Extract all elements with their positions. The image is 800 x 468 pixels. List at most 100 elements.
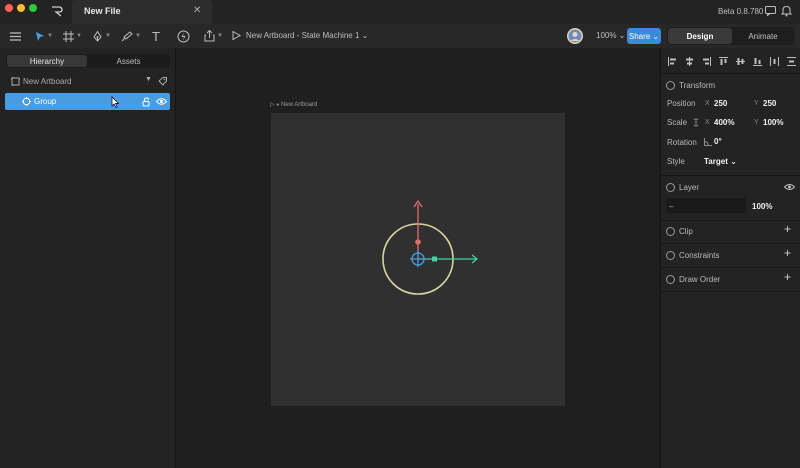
play-icon: ▷	[270, 102, 275, 108]
pen-icon	[93, 30, 102, 42]
constraints-section-title: Constraints	[679, 251, 720, 260]
align-right-icon[interactable]	[702, 57, 711, 66]
tag-icon[interactable]	[158, 77, 167, 86]
chevron-down-icon: ▼	[47, 33, 53, 39]
add-draw-order-plus-icon[interactable]: +	[784, 270, 791, 284]
distribute-vertical-icon[interactable]	[787, 57, 796, 66]
avatar[interactable]	[567, 28, 583, 44]
hierarchy-item-artboard[interactable]: New Artboard ▼	[6, 74, 170, 88]
origin-crosshair-icon	[410, 251, 426, 267]
animate-mode-button[interactable]: Animate	[732, 28, 794, 44]
position-label: Position	[667, 99, 696, 108]
align-center-vertical-icon[interactable]	[736, 57, 745, 66]
position-x-field[interactable]: 250	[714, 99, 727, 108]
share-button[interactable]: Share ⌄	[627, 28, 661, 44]
y-scale-handle[interactable]	[415, 239, 421, 245]
transform-gizmo[interactable]	[376, 196, 482, 298]
pointer-icon	[36, 31, 44, 41]
draw-order-collapse-toggle[interactable]	[666, 275, 675, 284]
divider	[661, 267, 800, 268]
notifications-bell-icon[interactable]	[781, 5, 792, 17]
add-clip-plus-icon[interactable]: +	[784, 222, 791, 236]
x-scale-handle[interactable]	[432, 256, 437, 262]
chevron-down-icon: ▼	[135, 33, 141, 39]
close-window-button[interactable]	[5, 4, 13, 12]
align-center-horizontal-icon[interactable]	[685, 57, 694, 66]
divider	[661, 291, 800, 292]
artboard-label[interactable]: ▷ ● New Artboard	[270, 101, 317, 108]
group-icon	[22, 97, 31, 106]
state-machine-selector[interactable]: New Artboard - State Machine 1 ⌄	[246, 31, 368, 40]
bones-tool-button[interactable]	[177, 27, 190, 45]
frame-tool-button[interactable]: ▼	[63, 27, 82, 45]
brush-icon	[121, 30, 133, 41]
tab-hierarchy[interactable]: Hierarchy	[7, 55, 87, 67]
divider	[661, 220, 800, 221]
chevron-down-icon: ▼	[76, 33, 82, 39]
add-constraint-plus-icon[interactable]: +	[784, 246, 791, 260]
chevron-down-icon: ▼	[217, 33, 223, 39]
transform-collapse-toggle[interactable]	[666, 81, 675, 90]
position-y-field[interactable]: 250	[763, 99, 776, 108]
rotation-field[interactable]: 0°	[714, 137, 722, 146]
clip-collapse-toggle[interactable]	[666, 227, 675, 236]
divider	[661, 175, 800, 176]
maximize-window-button[interactable]	[29, 4, 37, 12]
pen-tool-button[interactable]: ▼	[92, 27, 111, 45]
layer-section-title: Layer	[679, 183, 700, 192]
scale-x-field[interactable]: 400%	[714, 118, 734, 127]
rotation-label: Rotation	[667, 138, 697, 147]
tab-assets[interactable]: Assets	[88, 55, 169, 67]
hierarchy-item-label: New Artboard	[23, 77, 72, 86]
style-label: Style	[667, 157, 685, 166]
hierarchy-item-group[interactable]: Group	[5, 93, 170, 110]
draw-order-section-title: Draw Order	[679, 275, 721, 284]
style-dropdown[interactable]: Target ⌄	[704, 157, 737, 166]
minimize-window-button[interactable]	[17, 4, 25, 12]
blend-mode-value: –	[669, 202, 674, 211]
align-left-icon[interactable]	[668, 57, 677, 66]
artboard-icon	[11, 77, 20, 86]
position-x-axis-label: X	[705, 100, 710, 107]
zoom-level-dropdown[interactable]: 100% ⌄	[596, 31, 625, 40]
position-y-axis-label: Y	[754, 100, 759, 107]
chevron-down-icon: ▼	[105, 33, 111, 39]
menu-hamburger-icon[interactable]	[10, 27, 21, 45]
chevron-down-icon[interactable]: ▼	[145, 76, 152, 83]
clip-section-title: Clip	[679, 227, 693, 236]
frame-icon	[63, 30, 74, 42]
align-top-icon[interactable]	[719, 57, 728, 66]
hierarchy-item-label: Group	[34, 97, 57, 106]
scale-label: Scale	[667, 118, 688, 127]
rive-logo-icon[interactable]	[51, 6, 63, 17]
scale-x-axis-label: X	[705, 119, 710, 126]
play-icon[interactable]	[232, 31, 241, 40]
export-tool-button[interactable]: ▼	[204, 27, 223, 45]
blend-mode-field[interactable]	[666, 198, 746, 213]
vector-tool-button[interactable]: ▼	[121, 27, 141, 45]
eye-icon[interactable]	[784, 183, 795, 191]
constraints-collapse-toggle[interactable]	[666, 251, 675, 260]
mouse-cursor-icon	[111, 96, 120, 108]
lock-icon[interactable]	[142, 97, 152, 107]
state-machine-dot-icon: ●	[276, 102, 280, 108]
design-mode-button[interactable]: Design	[668, 28, 732, 44]
opacity-field[interactable]: 100%	[752, 202, 772, 211]
eye-icon[interactable]	[156, 97, 167, 106]
scale-y-field[interactable]: 100%	[763, 118, 783, 127]
feedback-icon[interactable]	[765, 6, 776, 16]
left-panel	[0, 48, 176, 468]
export-icon	[204, 30, 215, 42]
distribute-horizontal-icon[interactable]	[770, 57, 779, 66]
layer-collapse-toggle[interactable]	[666, 183, 675, 192]
align-bottom-icon[interactable]	[753, 57, 762, 66]
lightning-icon	[177, 30, 190, 42]
angle-icon	[704, 138, 712, 146]
close-tab-icon[interactable]: ✕	[193, 5, 201, 16]
version-label: Beta 0.8.780	[718, 7, 764, 16]
divider	[661, 243, 800, 244]
link-scale-icon[interactable]	[693, 118, 699, 127]
select-tool-button[interactable]: ▼	[35, 27, 53, 45]
text-tool-button[interactable]: T	[152, 27, 160, 45]
text-icon: T	[152, 28, 160, 44]
